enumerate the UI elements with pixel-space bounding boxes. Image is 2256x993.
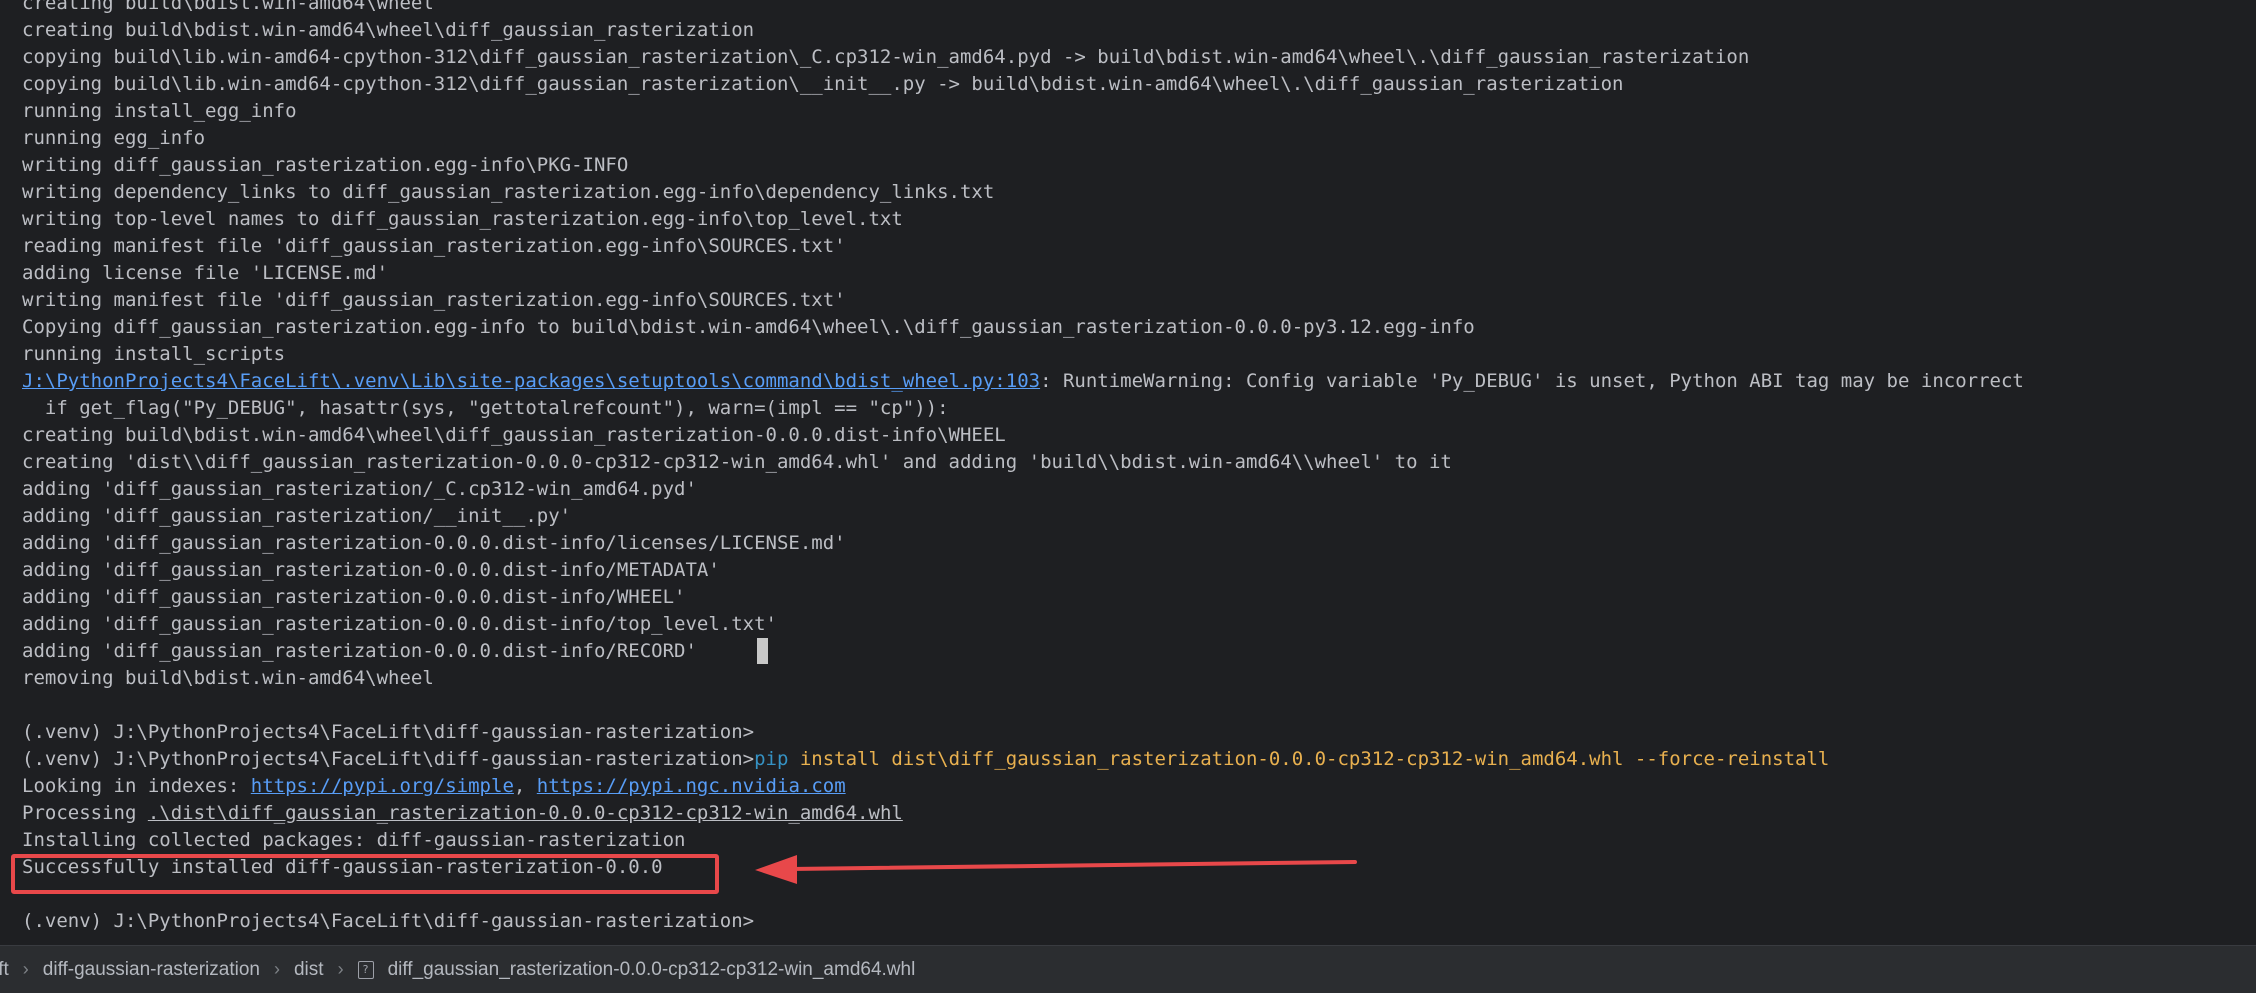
terminal-line: running install_scripts xyxy=(22,343,286,365)
terminal-line: creating build\bdist.win-amd64\wheel\dif… xyxy=(22,424,1006,446)
unknown-file-icon: ? xyxy=(357,960,374,979)
terminal-output: creating build\bdist.win-amd64\wheel cre… xyxy=(22,0,2024,935)
terminal-line: if get_flag("Py_DEBUG", hasattr(sys, "ge… xyxy=(22,397,949,419)
terminal-line: adding 'diff_gaussian_rasterization-0.0.… xyxy=(22,532,846,554)
command-line: (.venv) J:\PythonProjects4\FaceLift\diff… xyxy=(22,746,2024,773)
terminal-line: adding 'diff_gaussian_rasterization-0.0.… xyxy=(22,613,777,635)
runtime-warning-text: : RuntimeWarning: Config variable 'Py_DE… xyxy=(1040,370,2024,392)
breadcrumb-item-dist[interactable]: dist xyxy=(288,959,330,981)
record-line: adding 'diff_gaussian_rasterization-0.0.… xyxy=(22,638,2024,665)
indexes-separator: , xyxy=(513,775,537,797)
terminal-line: adding 'diff_gaussian_rasterization/__in… xyxy=(22,505,572,527)
terminal-line: writing manifest file 'diff_gaussian_ras… xyxy=(22,289,846,311)
warning-line: J:\PythonProjects4\FaceLift\.venv\Lib\si… xyxy=(22,368,2024,395)
record-line-text: adding 'diff_gaussian_rasterization-0.0.… xyxy=(22,640,697,662)
terminal-line: adding license file 'LICENSE.md' xyxy=(22,262,389,284)
terminal-line: writing top-level names to diff_gaussian… xyxy=(22,208,903,230)
breadcrumb-item-folder[interactable]: diff-gaussian-rasterization xyxy=(37,959,266,981)
terminal-line: writing dependency_links to diff_gaussia… xyxy=(22,181,995,203)
text-cursor xyxy=(756,638,768,664)
pypi-index-link[interactable]: https://pypi.org/simple xyxy=(251,775,514,797)
command-arguments: install dist\diff_gaussian_rasterization… xyxy=(788,748,1830,770)
terminal-line: removing build\bdist.win-amd64\wheel xyxy=(22,667,434,689)
terminal-line: copying build\lib.win-amd64-cpython-312\… xyxy=(22,46,1750,68)
terminal-line: reading manifest file 'diff_gaussian_ras… xyxy=(22,235,846,257)
breadcrumb-item-file[interactable]: diff_gaussian_rasterization-0.0.0-cp312-… xyxy=(382,959,922,981)
processing-prefix: Processing xyxy=(22,802,148,824)
bdist-wheel-source-link[interactable]: J:\PythonProjects4\FaceLift\.venv\Lib\si… xyxy=(22,370,1040,392)
terminal-line: writing diff_gaussian_rasterization.egg-… xyxy=(22,154,629,176)
terminal-line: Copying diff_gaussian_rasterization.egg-… xyxy=(22,316,1475,338)
chevron-right-icon: › xyxy=(22,959,29,979)
terminal-line: creating 'dist\\diff_gaussian_rasterizat… xyxy=(22,451,1452,473)
terminal-panel[interactable]: creating build\bdist.win-amd64\wheel cre… xyxy=(0,0,2256,945)
prompt-line: (.venv) J:\PythonProjects4\FaceLift\diff… xyxy=(22,721,755,743)
terminal-line: Installing collected packages: diff-gaus… xyxy=(22,829,686,851)
indexes-prefix: Looking in indexes: xyxy=(22,775,251,797)
terminal-line: creating build\bdist.win-amd64\wheel\dif… xyxy=(22,19,755,41)
processing-line: Processing .\dist\diff_gaussian_rasteriz… xyxy=(22,800,2024,827)
breadcrumb-item-project[interactable]: ift xyxy=(0,959,15,981)
terminal-line: copying build\lib.win-amd64-cpython-312\… xyxy=(22,73,1624,95)
indexes-line: Looking in indexes: https://pypi.org/sim… xyxy=(22,773,2024,800)
terminal-line: adding 'diff_gaussian_rasterization-0.0.… xyxy=(22,586,686,608)
terminal-line: running install_egg_info xyxy=(22,100,297,122)
highlight-box xyxy=(11,854,719,894)
terminal-line: adding 'diff_gaussian_rasterization-0.0.… xyxy=(22,559,720,581)
chevron-right-icon: › xyxy=(273,959,280,979)
chevron-right-icon: › xyxy=(337,959,344,979)
prompt-line: (.venv) J:\PythonProjects4\FaceLift\diff… xyxy=(22,910,755,932)
terminal-line: creating build\bdist.win-amd64\wheel xyxy=(22,0,434,14)
terminal-line: adding 'diff_gaussian_rasterization/_C.c… xyxy=(22,478,697,500)
breadcrumb-bar: ift › diff-gaussian-rasterization › dist… xyxy=(0,945,2256,993)
wheel-path-link[interactable]: .\dist\diff_gaussian_rasterization-0.0.0… xyxy=(148,802,903,824)
nvidia-index-link[interactable]: https://pypi.ngc.nvidia.com xyxy=(537,775,846,797)
command-name: pip xyxy=(754,748,789,770)
prompt-text: (.venv) J:\PythonProjects4\FaceLift\diff… xyxy=(22,748,755,770)
terminal-line: running egg_info xyxy=(22,127,206,149)
